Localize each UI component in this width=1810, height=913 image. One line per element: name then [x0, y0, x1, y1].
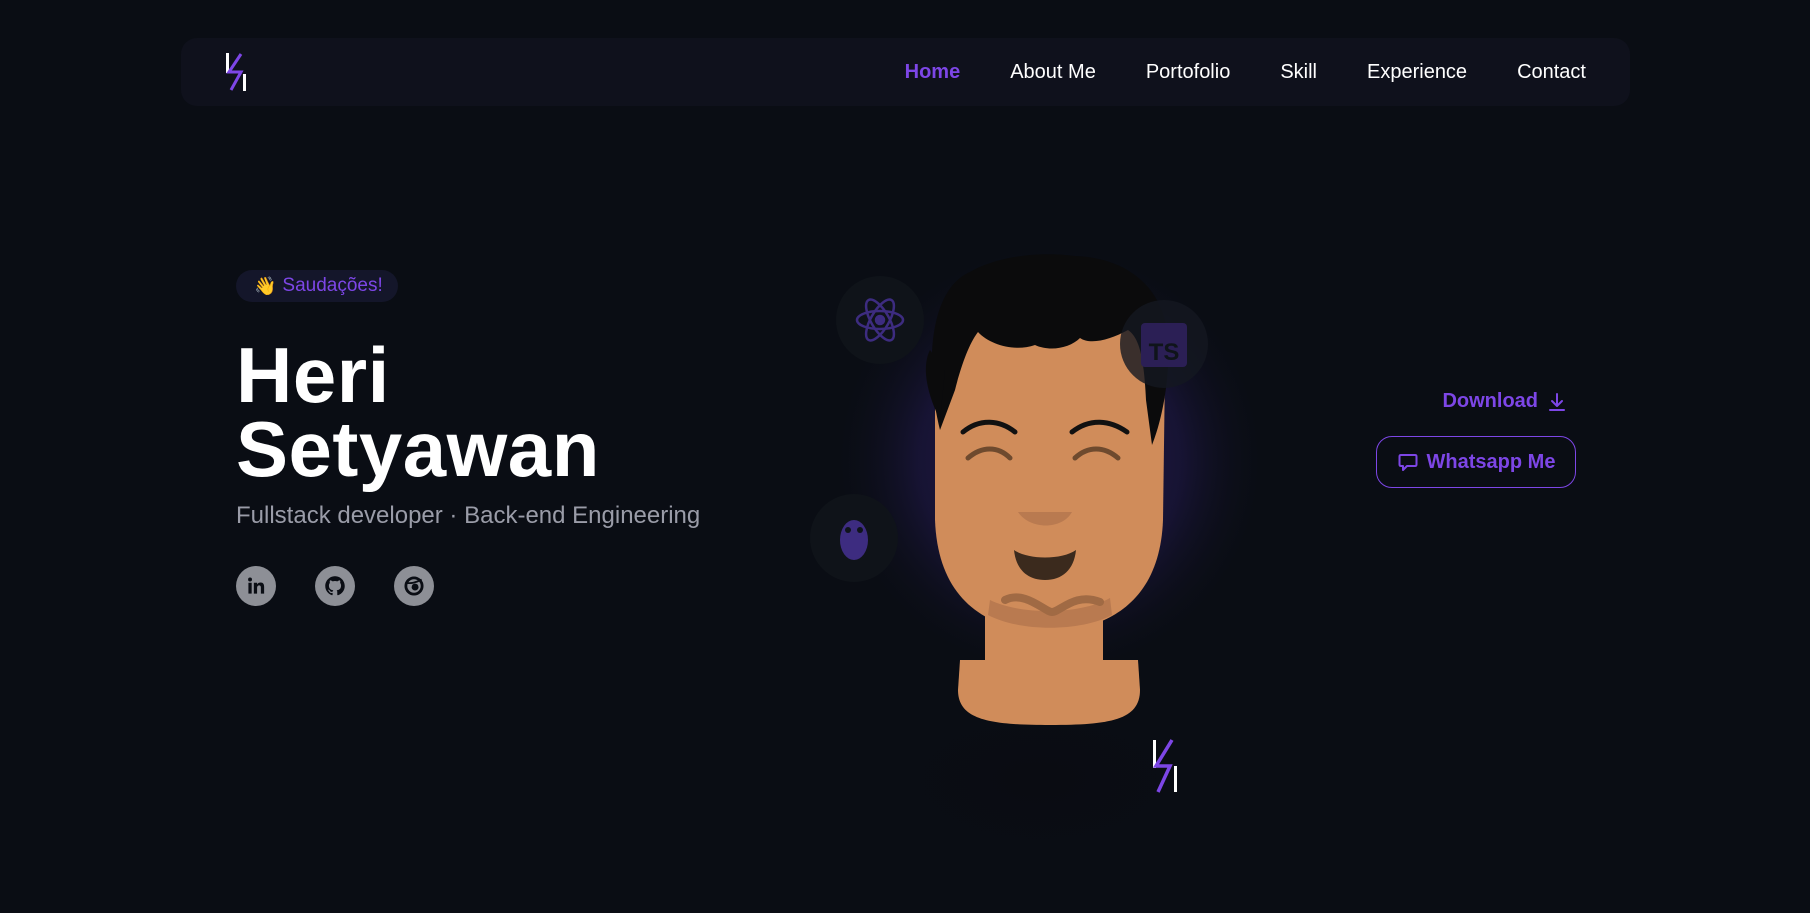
golang-badge: [810, 494, 898, 582]
react-badge: [836, 276, 924, 364]
name-last: Setyawan: [236, 405, 600, 493]
typescript-text: TS: [1149, 339, 1180, 366]
dribbble-icon[interactable]: [394, 566, 434, 606]
hero-name: Heri Setyawan: [236, 331, 700, 493]
social-links: [236, 566, 700, 606]
typescript-badge: TS: [1120, 300, 1208, 388]
nav-links: Home About Me Portofolio Skill Experienc…: [855, 61, 1586, 84]
nav-contact[interactable]: Contact: [1517, 61, 1586, 84]
nav-skill[interactable]: Skill: [1280, 61, 1317, 84]
linkedin-icon[interactable]: [236, 566, 276, 606]
wave-emoji-icon: 👋: [254, 275, 277, 296]
whatsapp-button[interactable]: Whatsapp Me: [1376, 436, 1576, 488]
hs-bolt-logo[interactable]: [223, 52, 249, 92]
name-first: Heri: [236, 331, 390, 419]
download-label: Download: [1442, 390, 1538, 412]
download-icon: [1549, 392, 1565, 411]
hero-subtitle: Fullstack developer · Back-end Engineeri…: [236, 502, 701, 529]
whatsapp-label: Whatsapp Me: [1426, 450, 1556, 473]
chat-bubble-icon: [1398, 454, 1418, 471]
nav-about-me[interactable]: About Me: [1010, 61, 1096, 84]
avatar-illustration: TS: [790, 220, 1260, 880]
hero-actions: Download Whatsapp Me: [1376, 390, 1576, 488]
golang-gopher-icon: [840, 520, 868, 560]
greeting-badge: 👋 Saudações!: [236, 270, 398, 302]
navbar: Home About Me Portofolio Skill Experienc…: [181, 38, 1630, 106]
nav-experience[interactable]: Experience: [1367, 61, 1467, 84]
hero-intro: 👋 Saudações! Heri Setyawan Fullstack dev…: [236, 270, 700, 606]
github-icon[interactable]: [315, 566, 355, 606]
download-button[interactable]: Download: [1442, 390, 1566, 413]
nav-portofolio[interactable]: Portofolio: [1146, 61, 1231, 84]
greeting-text: Saudações!: [282, 275, 383, 296]
nav-home[interactable]: Home: [905, 61, 961, 84]
